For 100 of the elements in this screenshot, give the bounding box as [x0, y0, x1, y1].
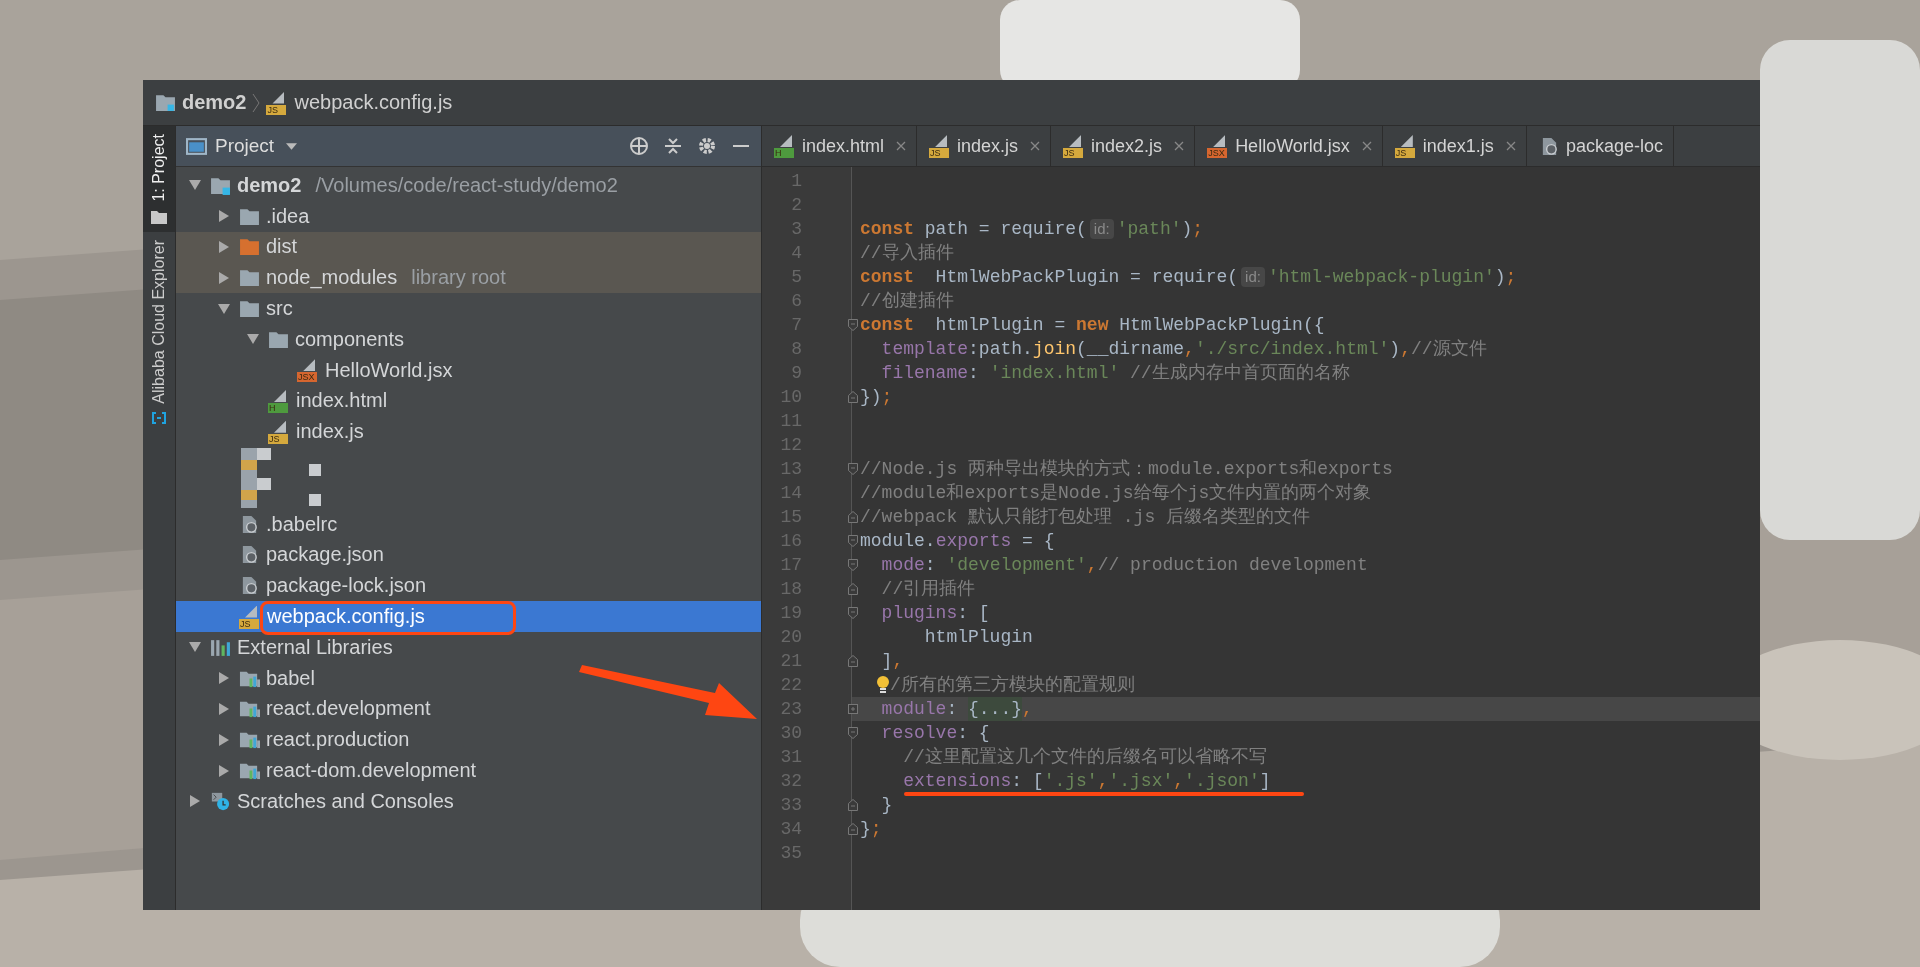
tree-item[interactable]: node_modules library root — [176, 262, 761, 294]
fold-marker-icon[interactable] — [848, 463, 858, 475]
close-icon[interactable] — [1030, 141, 1041, 151]
fold-marker-icon[interactable] — [848, 607, 858, 619]
tree-item[interactable]: External Libraries — [176, 631, 761, 663]
fold-marker-icon[interactable] — [848, 535, 858, 547]
tree-item[interactable]: package-lock.json — [176, 570, 761, 602]
code-text: } — [860, 818, 871, 841]
fold-marker-icon[interactable] — [848, 799, 858, 811]
tree-item[interactable]: demo2 /Volumes/code/react-study/demo2 — [176, 170, 761, 201]
tree-item[interactable]: JSX HelloWorld.jsx — [176, 354, 761, 386]
editor-tab[interactable]: H index.html — [762, 126, 918, 166]
tree-item[interactable]: react.production — [176, 724, 761, 756]
project-view-selector[interactable]: Project — [186, 135, 298, 157]
tree-item[interactable]: dist — [176, 231, 761, 263]
tree-item[interactable]: JS webpack.config.js — [176, 601, 761, 632]
fold-marker-icon[interactable] — [848, 391, 858, 403]
breadcrumb-item[interactable]: demo2 — [155, 91, 247, 114]
code-comment: //生成内存中首页面的名称 — [1129, 362, 1350, 385]
breadcrumb-item[interactable]: JS webpack.config.js — [266, 90, 453, 115]
punctuation: , — [1184, 338, 1195, 361]
collapsed-arrow-icon[interactable] — [218, 241, 230, 253]
property-name: exports — [935, 530, 1012, 553]
punctuation: , — [1086, 554, 1098, 577]
code-text: }) — [860, 386, 882, 409]
close-icon[interactable] — [1174, 141, 1185, 151]
folder-icon — [239, 237, 260, 257]
expanded-arrow-icon[interactable] — [247, 333, 259, 346]
fold-marker-icon[interactable] — [848, 511, 858, 523]
library-folder-icon — [239, 730, 260, 750]
tree-item[interactable]: src — [176, 293, 761, 324]
punctuation: , — [1022, 698, 1033, 721]
library-folder-icon — [239, 761, 260, 781]
code-comment: //引用插件 — [880, 578, 976, 601]
punctuation: ; — [870, 818, 882, 841]
tree-item[interactable]: babel — [176, 662, 761, 694]
editor-tab[interactable]: JS index1.js — [1382, 126, 1527, 166]
fold-marker-icon[interactable] — [848, 727, 858, 739]
code-comment: // production development — [1097, 554, 1368, 577]
string-literal: '.js' — [1043, 770, 1098, 793]
close-icon[interactable] — [896, 141, 907, 151]
close-icon[interactable] — [1505, 141, 1516, 151]
locate-icon[interactable] — [629, 136, 649, 156]
collapsed-arrow-icon[interactable] — [189, 795, 201, 808]
property-name: mode — [880, 554, 925, 577]
fold-marker-icon[interactable] — [848, 655, 858, 667]
code-comment: //webpack 默认只能打包处理 .js 后缀名类型的文件 — [860, 506, 1311, 529]
tree-item-label: react.production — [266, 728, 410, 752]
tree-item-hint: library root — [411, 266, 506, 290]
editor-tab[interactable]: package-loc — [1526, 126, 1674, 166]
code-text: ) — [1389, 338, 1401, 361]
fold-marker-icon[interactable] — [848, 559, 858, 571]
expand-marker-icon[interactable] — [848, 703, 858, 715]
fold-marker-icon[interactable] — [848, 823, 858, 835]
fold-marker-icon[interactable] — [848, 319, 858, 331]
tree-item[interactable]: .idea — [176, 200, 761, 232]
tree-item[interactable]: Scratches and Consoles — [176, 785, 761, 817]
editor-tab[interactable]: JS index.js — [917, 126, 1052, 166]
collapsed-arrow-icon[interactable] — [218, 764, 230, 777]
caret-icon — [286, 142, 298, 150]
chevron-icon — [252, 91, 261, 114]
lightbulb-icon[interactable] — [876, 675, 890, 695]
code-comment: //导入插件 — [860, 242, 954, 265]
code-text: : — [924, 554, 937, 577]
tree-item-label: demo2 — [237, 173, 302, 197]
folder-icon — [239, 268, 260, 288]
collapsed-arrow-icon[interactable] — [218, 210, 230, 223]
tool-window-tab[interactable]: 1: Project — [143, 126, 175, 232]
tree-item-hint: /Volumes/code/react-study/demo2 — [315, 173, 618, 197]
keyword: const — [860, 266, 914, 289]
tree-item-label: node_modules — [266, 266, 398, 290]
fold-marker-icon[interactable] — [848, 583, 858, 595]
close-icon[interactable] — [1361, 141, 1372, 151]
tree-item[interactable]: components — [176, 324, 761, 355]
editor-tab[interactable]: JSX HelloWorld.jsx — [1195, 126, 1383, 166]
tool-window-tab[interactable]: Alibaba Cloud Explorer — [143, 231, 175, 434]
function-name: join — [1032, 338, 1077, 361]
expanded-arrow-icon[interactable] — [189, 179, 201, 192]
collapsed-arrow-icon[interactable] — [218, 702, 230, 715]
tree-item-label: .idea — [266, 204, 310, 228]
collapsed-arrow-icon[interactable] — [218, 271, 230, 284]
parameter-hint: id: — [1089, 219, 1114, 239]
settings-icon[interactable] — [697, 136, 717, 156]
code-text: : — [968, 362, 980, 385]
tree-item-label: components — [295, 327, 404, 351]
code-comment: //源文件 — [1410, 338, 1487, 361]
expanded-arrow-icon[interactable] — [189, 641, 201, 654]
tree-item[interactable]: react.development — [176, 693, 761, 725]
collapse-all-icon[interactable] — [663, 136, 683, 156]
tree-item[interactable]: H index.html — [176, 385, 761, 417]
punctuation: ; — [1192, 218, 1204, 241]
tree-item[interactable]: react-dom.development — [176, 755, 761, 786]
editor-tab[interactable]: JS index2.js — [1051, 126, 1196, 166]
tree-item[interactable]: .babelrc — [176, 508, 761, 540]
expanded-arrow-icon[interactable] — [218, 302, 230, 315]
collapsed-arrow-icon[interactable] — [218, 672, 230, 685]
tree-item-label: dist — [266, 235, 298, 259]
tree-item[interactable]: JS index.js — [176, 416, 761, 448]
collapsed-arrow-icon[interactable] — [218, 733, 230, 746]
tree-item[interactable]: package.json — [176, 539, 761, 571]
